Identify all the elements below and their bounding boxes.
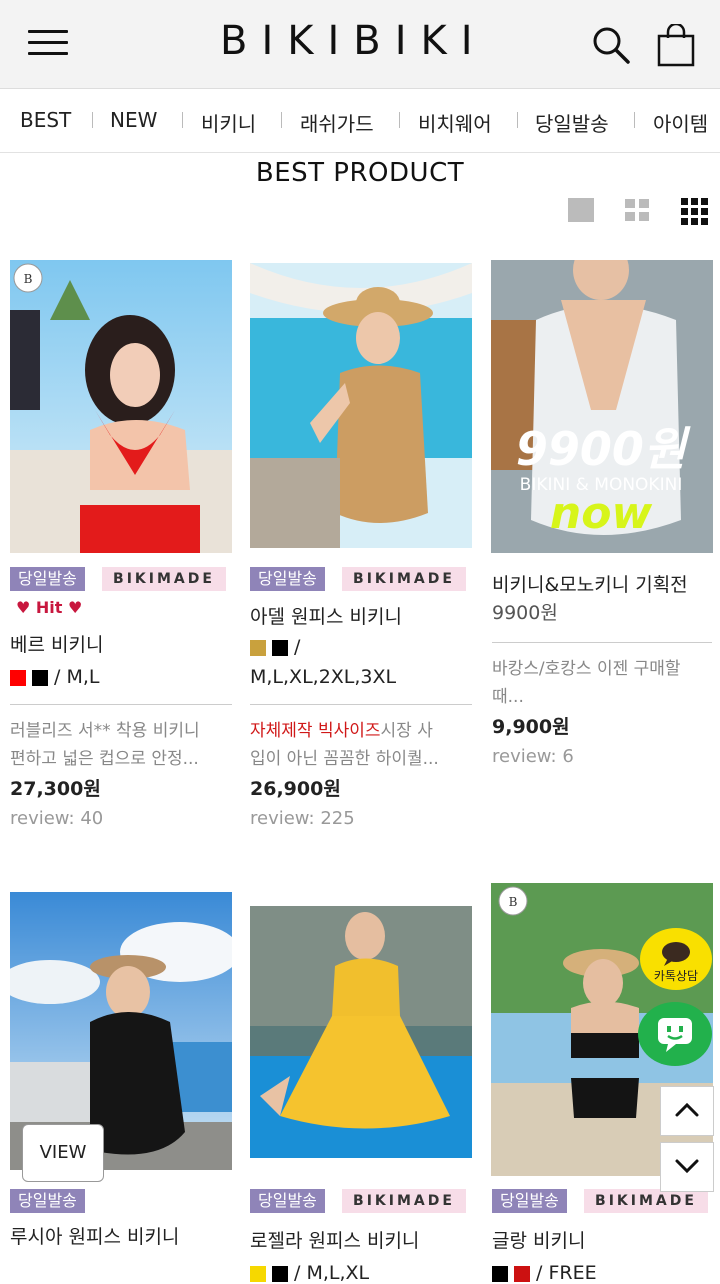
- product-options: / FREE: [492, 1262, 597, 1284]
- product-price: 26,900원: [250, 778, 341, 800]
- product-sizes: / M,L,XL: [294, 1262, 370, 1284]
- grid-3-icon[interactable]: [680, 196, 710, 226]
- category-nav: BEST NEW 비키니 래쉬가드 비치웨어 당일발송 아이템: [0, 90, 720, 153]
- review-count: review: 225: [250, 808, 355, 829]
- nav-new[interactable]: NEW: [110, 108, 157, 132]
- color-swatch-camel: [250, 639, 266, 656]
- grid-1-icon[interactable]: [568, 196, 596, 224]
- product-desc-2: 때...: [492, 687, 524, 707]
- view-button[interactable]: VIEW: [22, 1124, 104, 1182]
- color-swatch-black: [272, 639, 288, 656]
- chevron-up-icon: [675, 1102, 699, 1117]
- product-image[interactable]: 9900원 BIKINI & MONOKINI now: [491, 260, 713, 553]
- product-image[interactable]: [250, 906, 472, 1158]
- product-desc-1: 자체제작 빅사이즈시장 사: [250, 717, 433, 745]
- nav-beachwear[interactable]: 비치웨어: [418, 108, 492, 137]
- product-sizes: / M,L: [54, 666, 100, 688]
- kakao-talk-icon: 카톡상담: [654, 942, 698, 983]
- hamburger-menu-icon[interactable]: [28, 30, 68, 58]
- nav-bikini[interactable]: 비키니: [201, 108, 256, 137]
- product-name[interactable]: 로젤라 원피스 비키니: [250, 1226, 419, 1253]
- product-desc-1: 바캉스/호캉스 이젠 구매할: [492, 659, 681, 679]
- kakao-label: 카톡상담: [654, 969, 698, 983]
- same-day-tag: 당일발송: [492, 1189, 567, 1213]
- kakao-consult-button[interactable]: 카톡상담: [640, 928, 712, 990]
- banner-now: now: [550, 488, 653, 539]
- same-day-tag: 당일발송: [10, 567, 85, 591]
- review-count: review: 40: [10, 808, 104, 829]
- color-swatch-red: [514, 1265, 530, 1282]
- product-desc-2: 입이 아닌 꼼꼼한 하이퀄...: [250, 749, 439, 769]
- banner-price: 9900원: [516, 422, 691, 476]
- product-name[interactable]: 글랑 비키니: [492, 1226, 585, 1253]
- scroll-up-button[interactable]: [660, 1086, 714, 1136]
- shopping-bag-icon[interactable]: [656, 24, 696, 68]
- product-options: / M,L: [10, 666, 99, 688]
- bikimade-tag: BIKIMADE: [342, 567, 466, 591]
- search-icon[interactable]: [590, 24, 632, 66]
- product-subprice: 9900원: [492, 602, 558, 624]
- section-title: BEST PRODUCT: [255, 158, 465, 188]
- product-image[interactable]: B: [10, 260, 232, 553]
- product-sizes: M,L,XL,2XL,3XL: [250, 666, 397, 688]
- color-swatch-red: [10, 669, 26, 686]
- product-name[interactable]: 베르 비키니: [10, 630, 103, 657]
- review-count: review: 6: [492, 746, 574, 767]
- site-logo[interactable]: BIKIBIKI: [220, 18, 487, 64]
- product-desc-1: 러블리즈 서** 착용 비키니: [10, 721, 200, 741]
- product-desc-rest: 시장 사: [380, 721, 433, 741]
- product-sizes-slash: /: [294, 636, 301, 658]
- header: BIKIBIKI: [0, 0, 720, 89]
- same-day-tag: 당일발송: [250, 1189, 325, 1213]
- grid-2-icon[interactable]: [624, 196, 652, 224]
- same-day-tag: 당일발송: [250, 567, 325, 591]
- scroll-down-button[interactable]: [660, 1142, 714, 1192]
- svg-text:B: B: [24, 272, 33, 286]
- nav-same-day[interactable]: 당일발송: [535, 108, 609, 137]
- nav-items[interactable]: 아이템: [653, 108, 708, 137]
- bikimade-tag: BIKIMADE: [342, 1189, 466, 1213]
- product-name[interactable]: 비키니&모노키니 기획전: [492, 570, 688, 597]
- product-name[interactable]: 루시아 원피스 비키니: [10, 1222, 179, 1249]
- hit-badge: ♥ Hit ♥: [16, 598, 83, 617]
- svg-text:B: B: [509, 895, 518, 909]
- nav-best[interactable]: BEST: [20, 108, 71, 132]
- color-swatch-black: [32, 669, 48, 686]
- product-sizes: / FREE: [536, 1262, 597, 1284]
- nav-rashguard[interactable]: 래쉬가드: [300, 108, 374, 137]
- bikimade-tag: BIKIMADE: [102, 567, 226, 591]
- chevron-down-icon: [675, 1159, 699, 1174]
- color-swatch-yellow: [250, 1265, 266, 1282]
- product-price: 27,300원: [10, 778, 101, 800]
- product-name[interactable]: 아델 원피스 비키니: [250, 602, 402, 629]
- product-image[interactable]: [250, 263, 472, 548]
- color-swatch-black: [272, 1265, 288, 1282]
- product-price: 9,900원: [492, 716, 570, 738]
- chat-button[interactable]: [638, 1002, 712, 1066]
- product-desc-highlight: 자체제작 빅사이즈: [250, 721, 381, 741]
- chat-bubble-icon: [658, 1018, 692, 1052]
- product-options: / M,L,XL: [250, 1262, 369, 1284]
- product-desc-2: 편하고 넓은 컵으로 안정...: [10, 749, 199, 769]
- color-swatch-black: [492, 1265, 508, 1282]
- product-options: /: [250, 636, 300, 658]
- same-day-tag: 당일발송: [10, 1189, 85, 1213]
